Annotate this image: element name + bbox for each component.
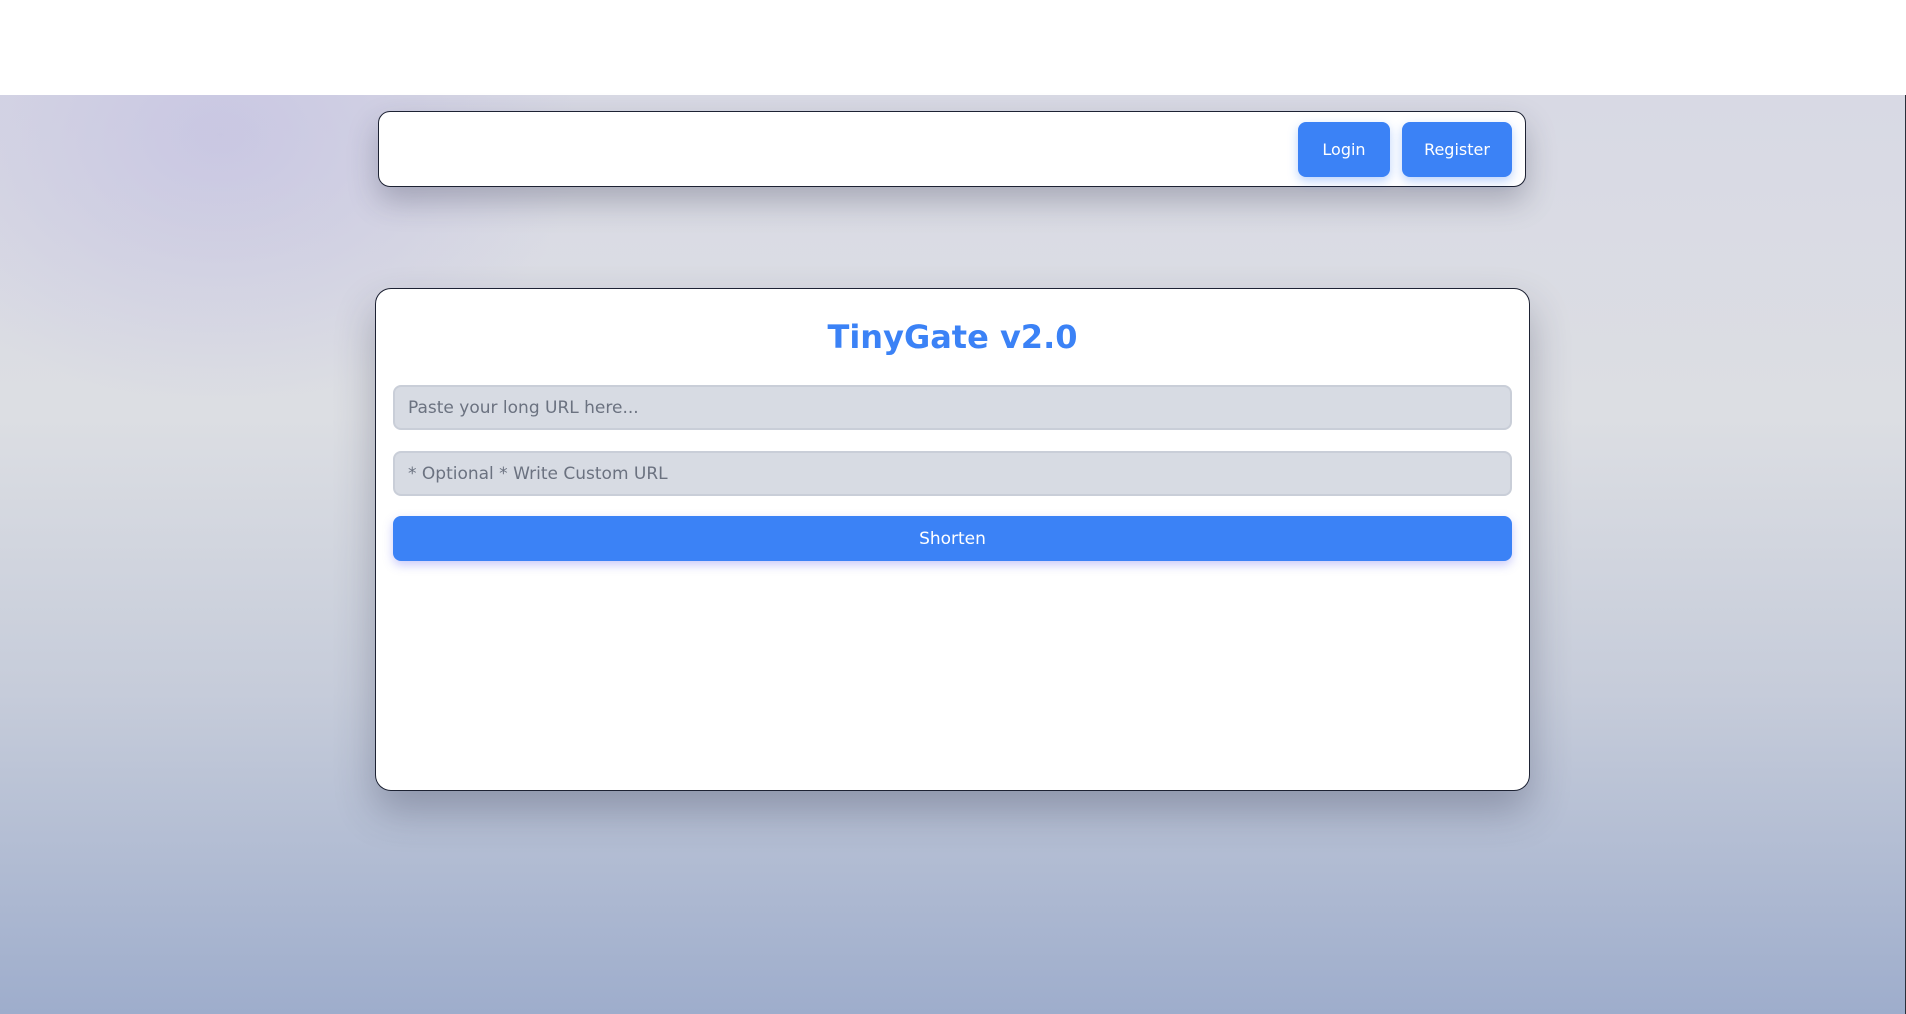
app-title: TinyGate v2.0 bbox=[827, 318, 1078, 356]
login-button[interactable]: Login bbox=[1298, 122, 1390, 177]
long-url-input[interactable] bbox=[393, 385, 1512, 430]
top-blank-area bbox=[0, 0, 1906, 95]
custom-url-input[interactable] bbox=[393, 451, 1512, 496]
register-button[interactable]: Register bbox=[1402, 122, 1512, 177]
top-navbar: Login Register bbox=[378, 111, 1526, 187]
shortener-card: TinyGate v2.0 Shorten bbox=[375, 288, 1530, 791]
shorten-button[interactable]: Shorten bbox=[393, 516, 1512, 561]
